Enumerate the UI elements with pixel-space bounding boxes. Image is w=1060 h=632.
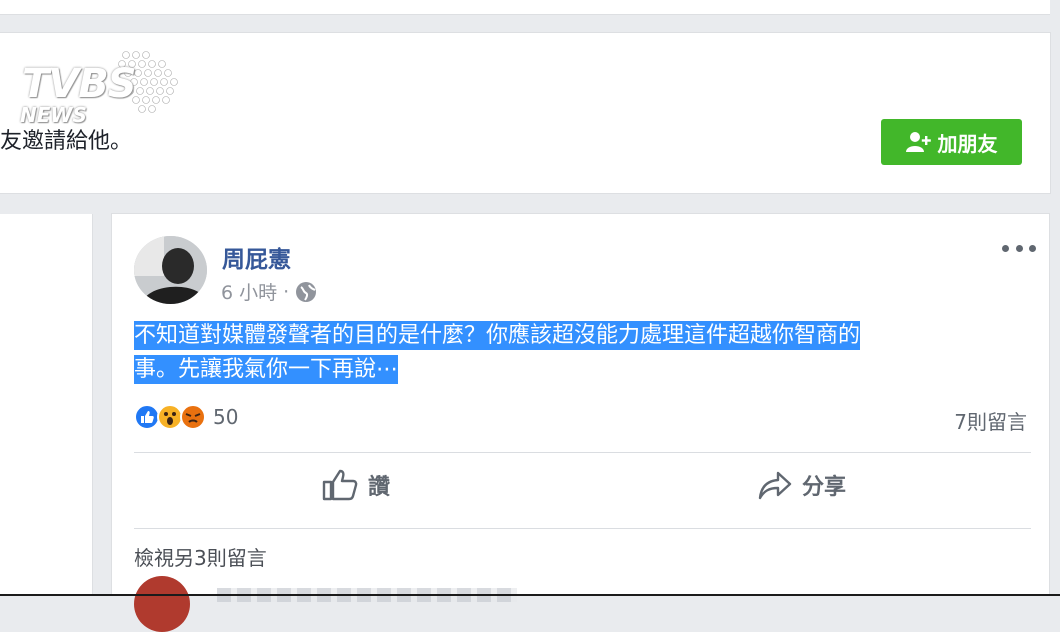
reactions-summary[interactable]: 50 <box>134 404 238 430</box>
more-icon-dot <box>1015 244 1023 252</box>
share-arrow-icon <box>758 471 792 500</box>
post-time[interactable]: 6 小時 <box>221 278 277 305</box>
like-label: 讚 <box>368 475 391 500</box>
add-friend-icon <box>905 132 931 152</box>
post-body-line-2: 事。先讓我氣你一下再說⋯ <box>134 355 399 384</box>
previous-card <box>0 0 1050 15</box>
share-label: 分享 <box>802 475 847 500</box>
left-column <box>0 214 93 596</box>
view-more-comments-link[interactable]: 檢視另3則留言 <box>134 542 267 571</box>
commenter-avatar[interactable] <box>134 576 190 632</box>
author-avatar[interactable] <box>134 236 207 304</box>
meta-separator: · <box>283 280 290 303</box>
thumbs-up-icon <box>322 469 358 501</box>
tvbs-news-watermark: TVBS NEWS <box>18 47 178 127</box>
post-card: 周屁憲 6 小時 · 不知道對媒體發聲者的目的是什麼？你應該超沒能力處理這件超越… <box>111 213 1050 632</box>
add-friend-button[interactable]: 加朋友 <box>881 119 1022 165</box>
divider <box>134 452 1031 453</box>
add-friend-label: 加朋友 <box>937 131 998 156</box>
more-icon-dot <box>1002 244 1009 252</box>
reaction-count: 50 <box>213 405 239 429</box>
more-icon-dot <box>1029 244 1036 252</box>
post-body: 不知道對媒體發聲者的目的是什麼？你應該超沒能力處理這件超越你智商的 事。先讓我氣… <box>134 319 1024 387</box>
more-options-button[interactable] <box>1002 240 1036 256</box>
author-name[interactable]: 周屁憲 <box>222 240 291 274</box>
share-button[interactable]: 分享 <box>758 469 846 501</box>
post-meta: 6 小時 · <box>221 278 317 305</box>
comment-count-link[interactable]: 7則留言 <box>954 406 1027 435</box>
divider <box>134 528 1031 529</box>
post-body-line-1: 不知道對媒體發聲者的目的是什麼？你應該超沒能力處理這件超越你智商的 <box>134 321 861 350</box>
avatar-image <box>134 236 207 304</box>
like-button[interactable]: 讚 <box>322 469 390 501</box>
invite-message: 友邀請給他。 <box>0 129 133 154</box>
watermark-tvbs: TVBS <box>22 61 137 107</box>
friend-invite-card: TVBS NEWS 友邀請給他。 加朋友 <box>0 32 1051 194</box>
globe-icon[interactable] <box>295 281 317 303</box>
angry-reaction-icon <box>180 404 206 430</box>
